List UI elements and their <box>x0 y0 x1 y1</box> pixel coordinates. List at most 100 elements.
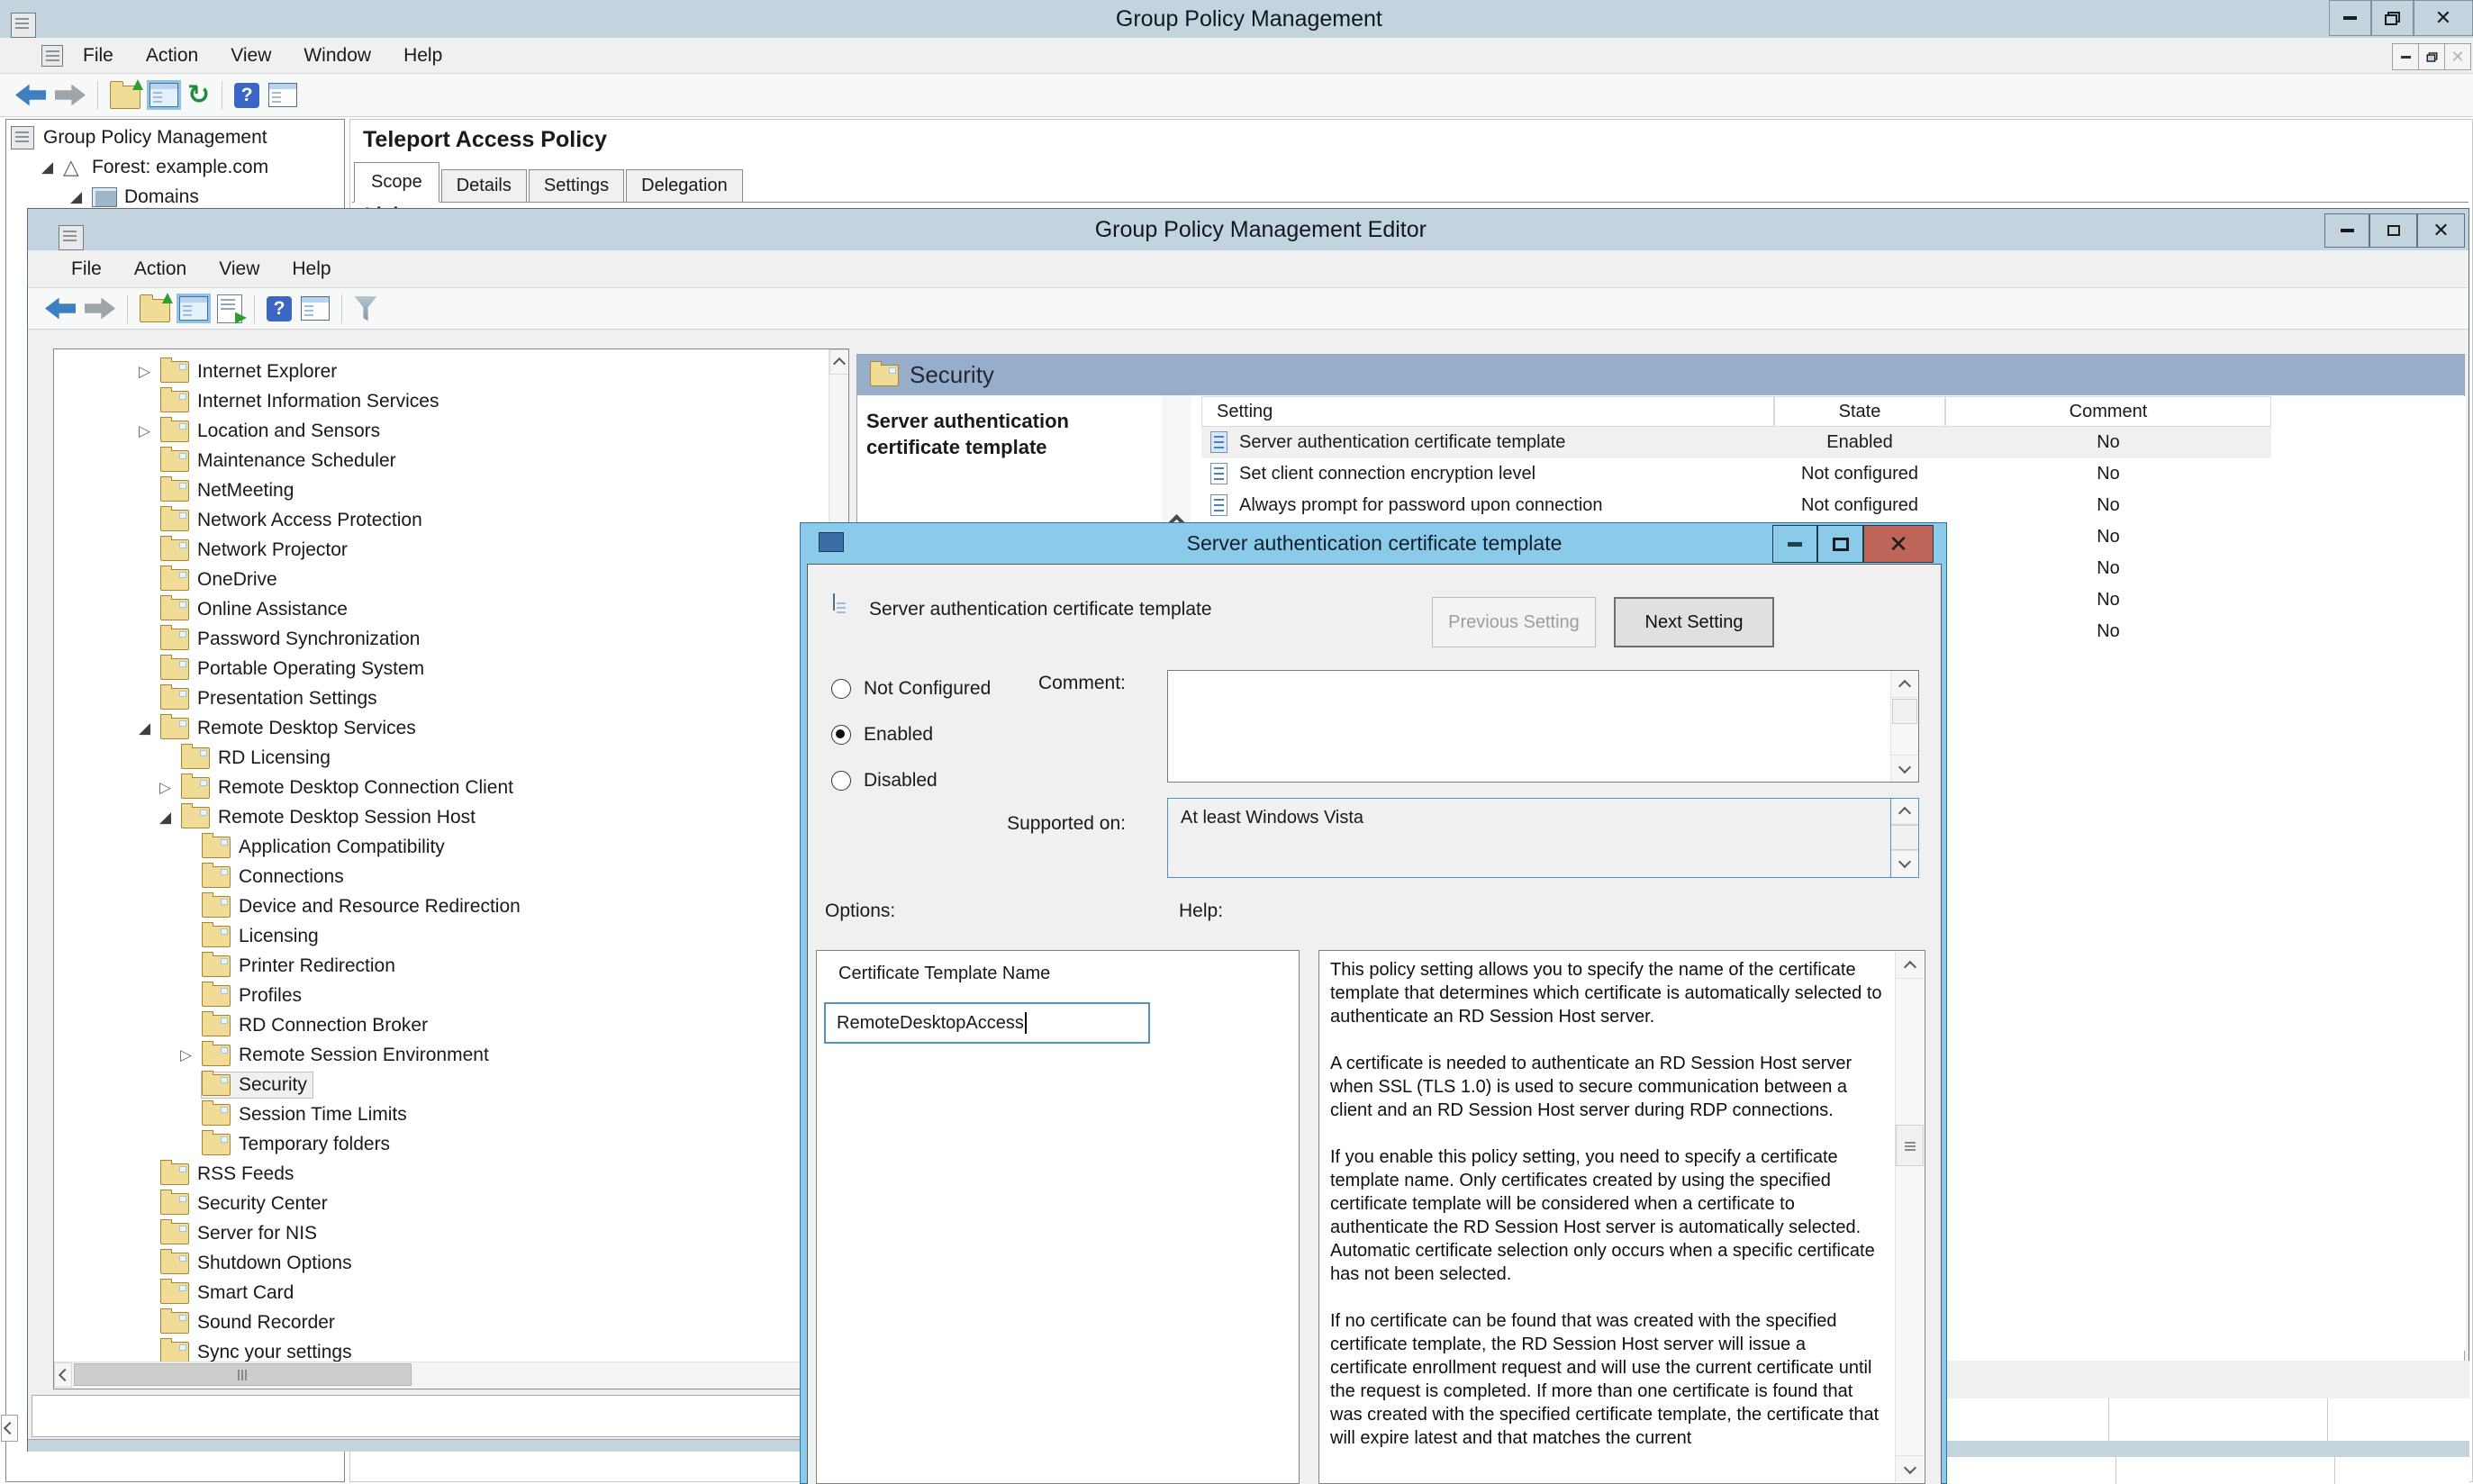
tree-row[interactable]: Security Center <box>54 1189 829 1218</box>
dialog-close-button[interactable]: ✕ <box>1863 525 1934 563</box>
tree-row[interactable]: Portable Operating System <box>54 654 829 683</box>
help-icon[interactable]: ? <box>267 296 292 321</box>
tab-details[interactable]: Details <box>441 169 527 203</box>
gpme-tree-hscrollbar[interactable] <box>54 1362 848 1388</box>
menu-item[interactable]: File <box>83 45 113 67</box>
previous-setting-button[interactable]: Previous Setting <box>1432 597 1596 647</box>
mdi-close-button[interactable]: ✕ <box>2445 44 2470 69</box>
expand-icon[interactable]: ◢ <box>159 809 181 827</box>
tree-row[interactable]: ▷ Location and Sensors <box>54 416 829 446</box>
tree-row[interactable]: Connections <box>54 862 829 891</box>
supported-on-box[interactable]: At least Windows Vista <box>1167 798 1919 878</box>
tree-row[interactable]: Smart Card <box>54 1278 829 1308</box>
help-scrollbar[interactable] <box>1895 952 1924 1482</box>
tree-row[interactable]: Password Synchronization <box>54 624 829 654</box>
tree-row[interactable]: RD Connection Broker <box>54 1010 829 1040</box>
expand-icon[interactable]: ▷ <box>159 779 181 797</box>
tree-row[interactable]: NetMeeting <box>54 475 829 505</box>
up-folder-icon[interactable] <box>110 86 140 109</box>
gpm-restore-button[interactable] <box>2371 0 2414 36</box>
menu-item[interactable]: View <box>231 45 271 67</box>
tree-row[interactable]: Maintenance Scheduler <box>54 446 829 475</box>
tree-row[interactable]: Application Compatibility <box>54 832 829 862</box>
radio-option[interactable]: Enabled <box>831 721 991 748</box>
back-icon[interactable] <box>15 85 46 106</box>
expand-icon[interactable]: ▷ <box>180 1046 202 1064</box>
action-pane-toggle-icon[interactable] <box>268 83 297 107</box>
tree-row[interactable]: Sound Recorder <box>54 1308 829 1337</box>
tree-row[interactable]: Network Projector <box>54 535 829 565</box>
scroll-up-button[interactable] <box>1891 671 1918 698</box>
gpm-hscroll-left-button[interactable] <box>1 1415 18 1442</box>
expand-icon[interactable]: ◢ <box>139 719 160 737</box>
action-pane-toggle-icon[interactable] <box>301 296 330 321</box>
scroll-up-button[interactable] <box>1891 799 1918 825</box>
dialog-maximize-button[interactable] <box>1817 525 1863 563</box>
tree-row[interactable]: Online Assistance <box>54 594 829 624</box>
up-folder-icon[interactable] <box>140 299 170 322</box>
settings-row[interactable]: Set client connection encryption level N… <box>1201 458 2466 490</box>
gpme-maximize-button[interactable] <box>2369 213 2417 248</box>
gpm-close-button[interactable]: ✕ <box>2414 0 2473 36</box>
column-header-comment[interactable]: Comment <box>1945 396 2271 427</box>
column-header-setting[interactable]: Setting <box>1201 396 1774 427</box>
forward-icon[interactable] <box>85 298 115 320</box>
refresh-icon[interactable]: ↻ <box>187 83 210 108</box>
tree-row[interactable]: RSS Feeds <box>54 1159 829 1189</box>
scroll-down-button[interactable] <box>1891 850 1918 876</box>
tree-row[interactable]: OneDrive <box>54 565 829 594</box>
expand-icon[interactable]: ▷ <box>139 363 160 381</box>
expand-icon[interactable]: ◢ <box>70 188 92 206</box>
tree-row[interactable]: Licensing <box>54 921 829 951</box>
tree-row[interactable]: Temporary folders <box>54 1129 829 1159</box>
filter-icon[interactable] <box>354 296 377 321</box>
tree-row[interactable]: Device and Resource Redirection <box>54 891 829 921</box>
settings-row[interactable]: Always prompt for password upon connecti… <box>1201 490 2466 521</box>
expand-icon[interactable]: ▷ <box>139 422 160 440</box>
gpm-tree-forest[interactable]: ◢ △ Forest: example.com <box>5 152 345 182</box>
tree-row[interactable]: Shutdown Options <box>54 1248 829 1278</box>
radio-icon[interactable] <box>831 725 851 745</box>
scroll-up-button[interactable] <box>829 349 849 375</box>
tree-row[interactable]: Network Access Protection <box>54 505 829 535</box>
tree-row[interactable]: ◢ Remote Desktop Services <box>54 713 829 743</box>
tree-row[interactable]: ▷ Remote Session Environment <box>54 1040 829 1070</box>
hscroll-thumb[interactable] <box>74 1363 412 1386</box>
menu-item[interactable]: View <box>219 258 259 280</box>
back-icon[interactable] <box>45 298 76 320</box>
gpme-close-button[interactable]: ✕ <box>2417 213 2465 248</box>
gpm-tree-root[interactable]: Group Policy Management <box>5 122 345 152</box>
scroll-up-button[interactable] <box>1896 952 1924 979</box>
radio-option[interactable]: Not Configured <box>831 675 991 702</box>
tree-row[interactable]: Profiles <box>54 981 829 1010</box>
tree-row[interactable]: Presentation Settings <box>54 683 829 713</box>
tab-delegation[interactable]: Delegation <box>626 169 743 203</box>
menu-item[interactable]: Help <box>403 45 442 67</box>
expand-icon[interactable]: ◢ <box>41 158 63 176</box>
settings-row[interactable]: Server authentication certificate templa… <box>1201 427 2466 458</box>
gpme-minimize-button[interactable] <box>2324 213 2369 248</box>
tree-row[interactable]: ▷ Internet Explorer <box>54 357 829 386</box>
radio-icon[interactable] <box>831 679 851 699</box>
certificate-template-name-input[interactable]: RemoteDesktopAccess <box>824 1002 1150 1044</box>
vscroll-thumb[interactable] <box>1896 1125 1924 1166</box>
scroll-down-button[interactable] <box>1891 755 1918 782</box>
gpm-minimize-button[interactable] <box>2329 0 2371 36</box>
scroll-down-button[interactable] <box>1896 1455 1924 1482</box>
radio-icon[interactable] <box>831 771 851 791</box>
supported-scrollbar[interactable] <box>1890 799 1918 877</box>
radio-option[interactable]: Disabled <box>831 767 991 794</box>
menu-item[interactable]: Help <box>292 258 331 280</box>
menu-item[interactable]: Action <box>146 45 198 67</box>
mdi-restore-button[interactable] <box>2419 44 2445 69</box>
export-list-icon[interactable] <box>217 294 242 323</box>
tree-row[interactable]: RD Licensing <box>54 743 829 773</box>
vscroll-thumb[interactable] <box>1891 825 1918 850</box>
next-setting-button[interactable]: Next Setting <box>1614 597 1774 647</box>
comment-scrollbar[interactable] <box>1890 671 1918 782</box>
tree-row[interactable]: Server for NIS <box>54 1218 829 1248</box>
mdi-minimize-button[interactable] <box>2393 44 2419 69</box>
help-icon[interactable]: ? <box>234 83 259 108</box>
console-tree-toggle-icon[interactable] <box>149 83 178 107</box>
tree-row[interactable]: Session Time Limits <box>54 1099 829 1129</box>
